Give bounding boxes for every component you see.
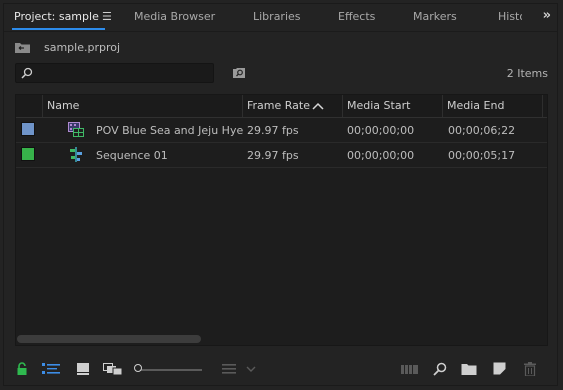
item-name[interactable]: POV Blue Sea and Jeju Hye bbox=[96, 124, 243, 137]
panel-tab-bar: Project: sample ☰ Media Browser Librarie… bbox=[4, 4, 557, 32]
project-panel: Project: sample ☰ Media Browser Librarie… bbox=[3, 3, 558, 386]
item-frame-rate: 29.97 fps bbox=[247, 149, 299, 162]
item-frame-rate: 29.97 fps bbox=[247, 124, 299, 137]
sort-ascending-icon[interactable] bbox=[312, 102, 324, 110]
item-media-end: 00;00;06;22 bbox=[448, 124, 516, 137]
tab-history[interactable]: Histo bbox=[498, 10, 522, 30]
item-media-start: 00;00;00;00 bbox=[347, 149, 415, 162]
tab-libraries[interactable]: Libraries bbox=[253, 10, 301, 30]
column-media-end[interactable]: Media End bbox=[447, 99, 504, 112]
sequence-icon bbox=[70, 147, 82, 162]
table-row[interactable]: Sequence 01 29.97 fps 00;00;00;00 00;00;… bbox=[16, 143, 547, 168]
new-bin-icon[interactable] bbox=[461, 362, 477, 376]
search-icon bbox=[21, 67, 33, 79]
zoom-slider-handle[interactable] bbox=[134, 364, 142, 372]
item-media-end: 00;00;05;17 bbox=[448, 149, 516, 162]
column-divider[interactable] bbox=[242, 95, 243, 117]
tab-project[interactable]: Project: sample bbox=[12, 10, 105, 30]
panel-menu-icon[interactable]: ☰ bbox=[102, 10, 112, 23]
new-item-icon[interactable] bbox=[493, 362, 507, 376]
tab-overflow-icon[interactable]: » bbox=[543, 8, 551, 23]
tab-effects[interactable]: Effects bbox=[338, 10, 375, 30]
automate-to-sequence-icon[interactable] bbox=[401, 362, 419, 376]
lock-icon[interactable] bbox=[16, 362, 28, 376]
column-divider[interactable] bbox=[342, 95, 343, 117]
project-file-name: sample.prproj bbox=[44, 41, 121, 54]
column-media-start[interactable]: Media Start bbox=[347, 99, 410, 112]
chevron-down-icon[interactable] bbox=[246, 362, 256, 376]
column-divider[interactable] bbox=[442, 95, 443, 117]
trash-icon[interactable] bbox=[524, 362, 536, 376]
project-items-table: Name Frame Rate Media Start Media End PO… bbox=[15, 94, 548, 346]
bottom-toolbar bbox=[4, 358, 557, 382]
label-color-swatch[interactable] bbox=[21, 147, 35, 161]
tab-markers[interactable]: Markers bbox=[413, 10, 457, 30]
sort-icons-icon[interactable] bbox=[222, 362, 238, 376]
icon-view-icon[interactable] bbox=[76, 362, 90, 376]
folder-up-icon[interactable] bbox=[15, 42, 30, 53]
column-name[interactable]: Name bbox=[47, 99, 79, 112]
label-color-swatch[interactable] bbox=[21, 122, 35, 136]
column-divider[interactable] bbox=[542, 95, 543, 117]
item-name[interactable]: Sequence 01 bbox=[96, 149, 168, 162]
item-media-start: 00;00;00;00 bbox=[347, 124, 415, 137]
video-clip-icon bbox=[68, 122, 84, 137]
items-count: 2 Items bbox=[506, 67, 548, 80]
zoom-slider-track[interactable] bbox=[141, 369, 202, 371]
column-frame-rate[interactable]: Frame Rate bbox=[247, 99, 310, 112]
search-box bbox=[15, 63, 214, 84]
horizontal-scrollbar[interactable] bbox=[17, 335, 201, 343]
freeform-view-icon[interactable] bbox=[103, 362, 123, 376]
table-header: Name Frame Rate Media Start Media End bbox=[16, 95, 547, 118]
find-icon[interactable] bbox=[433, 362, 447, 376]
search-input[interactable] bbox=[38, 64, 212, 84]
tab-media-browser[interactable]: Media Browser bbox=[134, 10, 215, 30]
find-icon[interactable] bbox=[232, 67, 246, 79]
list-view-icon[interactable] bbox=[42, 362, 60, 376]
column-divider[interactable] bbox=[42, 95, 43, 117]
table-row[interactable]: POV Blue Sea and Jeju Hye 29.97 fps 00;0… bbox=[16, 118, 547, 143]
